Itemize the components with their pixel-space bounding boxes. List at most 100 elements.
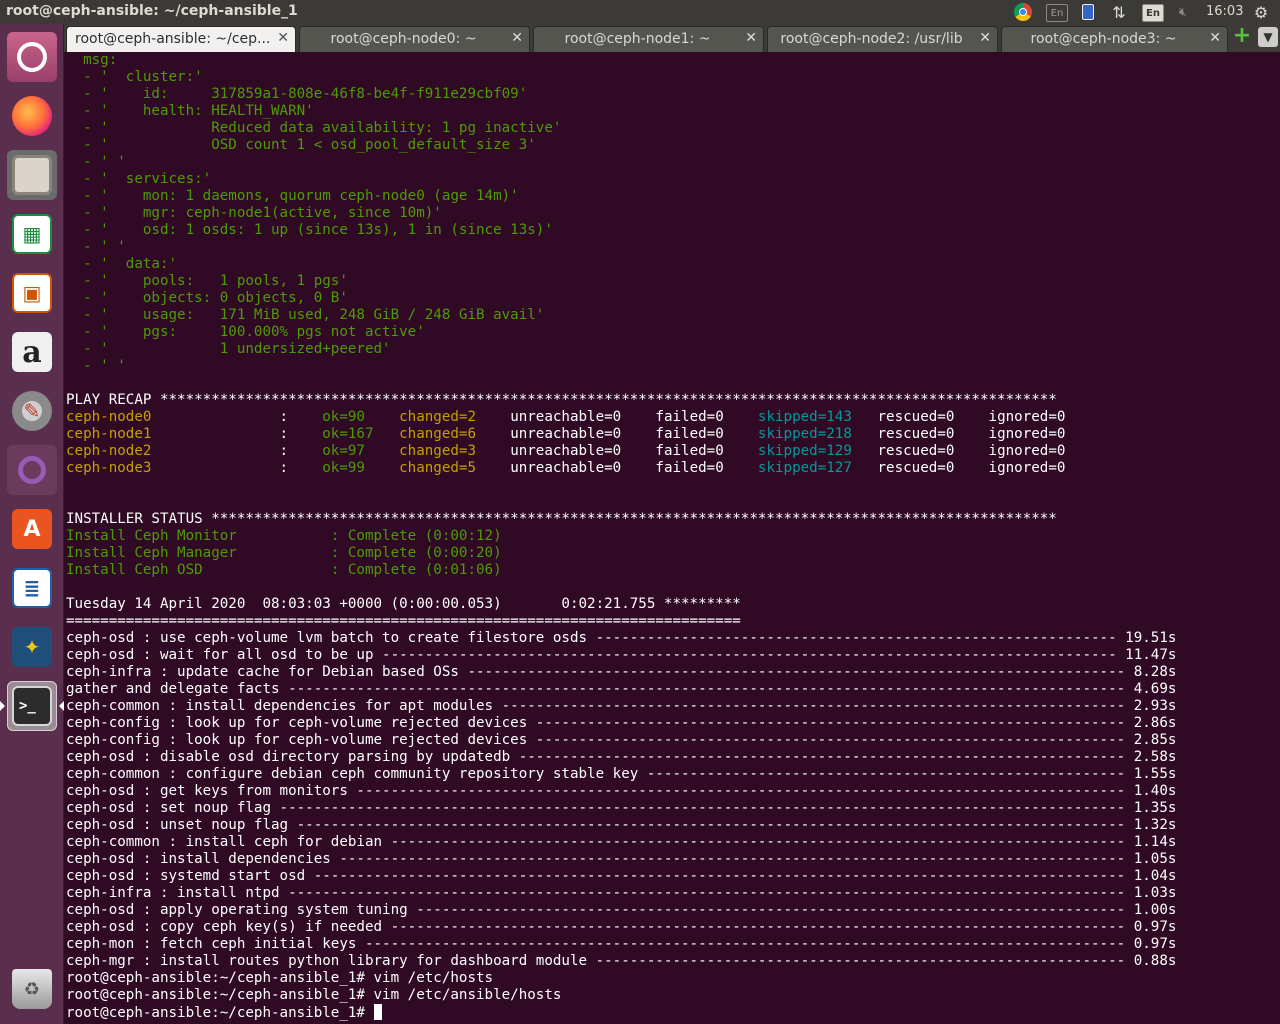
msg-line: - ' 1 undersized+peered' (66, 341, 391, 357)
clock[interactable]: 16:03 (1206, 4, 1243, 19)
libreoffice-writer-icon[interactable]: ≣ (7, 563, 57, 613)
close-icon[interactable]: ✕ (511, 30, 523, 46)
command-line: root@ceph-ansible:~/ceph-ansible_1# vim … (66, 970, 494, 986)
recap-row: ceph-node2 : ok=97 changed=3 unreachable… (66, 443, 1065, 460)
msg-line: - ' ' (66, 239, 126, 255)
mines-icon[interactable]: ✦ (7, 622, 57, 672)
profile-task-line: ceph-common : install ceph for debian --… (66, 834, 1177, 850)
recap-ignored: ignored=0 (988, 409, 1066, 425)
profile-task-line: ceph-common : configure debian ceph comm… (66, 766, 1177, 782)
profile-task-line: ceph-mgr : install routes python library… (66, 953, 1177, 969)
libreoffice-impress-icon[interactable]: ▣ (7, 268, 57, 318)
msg-line: msg: (66, 52, 118, 68)
profile-task-line: ceph-osd : systemd start osd -----------… (66, 868, 1177, 884)
recap-ignored: ignored=0 (988, 426, 1066, 442)
recap-changed: changed=5 (399, 460, 485, 476)
msg-line: - ' pools: 1 pools, 1 pgs' (66, 273, 348, 289)
system-settings-icon[interactable]: ✎ (7, 386, 57, 436)
profile-task-line: ceph-infra : update cache for Debian bas… (66, 664, 1177, 680)
profile-task-line: ceph-osd : disable osd directory parsing… (66, 749, 1177, 765)
system-menu-icon[interactable]: ⚙ (1250, 3, 1272, 22)
tab-ceph-ansible[interactable]: root@ceph-ansible: ~/cep... ✕ (66, 26, 296, 52)
libreoffice-calc-icon[interactable]: ▦ (7, 209, 57, 259)
msg-line: - ' ' (66, 358, 126, 374)
recap-unreachable: unreachable=0 (510, 460, 630, 476)
keyboard-input-indicator[interactable]: En (1142, 4, 1164, 22)
recap-row: ceph-node0 : ok=90 changed=2 unreachable… (66, 409, 1065, 426)
unity-tweak-icon[interactable] (7, 445, 57, 495)
recap-ok: ok=97 (322, 443, 374, 459)
profile-task-line: ceph-osd : install dependencies --------… (66, 851, 1177, 867)
recap-changed: changed=3 (399, 443, 485, 459)
text-cursor (373, 1004, 382, 1020)
close-icon[interactable]: ✕ (979, 30, 991, 46)
profile-task-line: ceph-osd : set noup flag ---------------… (66, 800, 1177, 816)
recap-changed: changed=2 (399, 409, 485, 425)
recap-ok: ok=167 (322, 426, 374, 442)
software-center-icon[interactable]: A (7, 504, 57, 554)
msg-line: - ' services:' (66, 171, 212, 187)
profile-task-line: ceph-osd : copy ceph key(s) if needed --… (66, 919, 1177, 935)
msg-line: - ' pgs: 100.000% pgs not active' (66, 324, 425, 340)
recap-unreachable: unreachable=0 (510, 409, 630, 425)
volume-muted-icon[interactable]: 🔇︎ (1172, 3, 1194, 21)
tab-ceph-node3[interactable]: root@ceph-node3: ~ ✕ (1001, 26, 1228, 52)
recap-unreachable: unreachable=0 (510, 426, 630, 442)
recap-failed: failed=0 (655, 460, 733, 476)
profile-task-line: ceph-osd : get keys from monitors ------… (66, 783, 1177, 799)
terminal-icon[interactable]: >_ (7, 681, 57, 731)
files-icon[interactable] (7, 150, 57, 200)
installer-status-line: Install Ceph Monitor : Complete (0:00:12… (66, 528, 502, 544)
recap-host: ceph-node1 (66, 426, 280, 442)
recap-separator: : (279, 443, 297, 459)
close-icon[interactable]: ✕ (745, 30, 757, 46)
tab-bar: root@ceph-ansible: ~/cep... ✕ root@ceph-… (64, 24, 1280, 52)
bluetooth-icon[interactable] (1080, 3, 1096, 21)
close-icon[interactable]: ✕ (1209, 30, 1221, 46)
tab-ceph-node1[interactable]: root@ceph-node1: ~ ✕ (533, 26, 764, 52)
recap-failed: failed=0 (655, 409, 733, 425)
command-line: root@ceph-ansible:~/ceph-ansible_1# vim … (66, 987, 562, 1003)
msg-line: - ' Reduced data availability: 1 pg inac… (66, 120, 562, 136)
msg-line: - ' cluster:' (66, 69, 203, 85)
keyboard-layout-indicator[interactable]: En (1046, 4, 1068, 22)
profile-task-line: ceph-osd : unset noup flag -------------… (66, 817, 1177, 833)
network-icon[interactable]: ⇅ (1108, 3, 1130, 22)
recap-row: ceph-node1 : ok=167 changed=6 unreachabl… (66, 426, 1065, 443)
recap-failed: failed=0 (655, 426, 733, 442)
firefox-icon[interactable] (7, 91, 57, 141)
chrome-indicator-icon[interactable] (1013, 3, 1033, 21)
msg-line: - ' mon: 1 daemons, quorum ceph-node0 (a… (66, 188, 519, 204)
play-recap-header: PLAY RECAP *****************************… (66, 392, 1057, 408)
amazon-icon[interactable]: a (7, 327, 57, 377)
tab-ceph-node2[interactable]: root@ceph-node2: /usr/lib ✕ (767, 26, 998, 52)
installer-status-line: Install Ceph Manager : Complete (0:00:20… (66, 545, 502, 561)
separator-line: ========================================… (66, 613, 741, 629)
ubuntu-dash-icon[interactable] (7, 32, 57, 82)
msg-line: - ' ' (66, 154, 126, 170)
msg-line: - ' osd: 1 osds: 1 up (since 13s), 1 in … (66, 222, 553, 238)
tab-menu-button[interactable]: ▼ (1258, 27, 1278, 47)
profile-task-line: ceph-osd : wait for all osd to be up ---… (66, 647, 1177, 663)
msg-line: - ' data:' (66, 256, 178, 272)
tab-ceph-node0[interactable]: root@ceph-node0: ~ ✕ (299, 26, 530, 52)
prompt: root@ceph-ansible:~/ceph-ansible_1# (66, 1005, 374, 1021)
trash-icon[interactable]: ♻ (7, 964, 57, 1014)
terminal-output[interactable]: msg: - ' cluster:' - ' id: 317859a1-808e… (64, 52, 1280, 1024)
recap-skipped: skipped=127 (757, 460, 852, 476)
profile-task-line: ceph-osd : apply operating system tuning… (66, 902, 1177, 918)
recap-skipped: skipped=129 (757, 443, 852, 459)
new-tab-button[interactable]: + (1232, 25, 1252, 48)
recap-separator: : (279, 426, 297, 442)
msg-line: - ' usage: 171 MiB used, 248 GiB / 248 G… (66, 307, 545, 323)
recap-changed: changed=6 (399, 426, 485, 442)
msg-line: - ' health: HEALTH_WARN' (66, 103, 314, 119)
profile-task-line: ceph-osd : use ceph-volume lvm batch to … (66, 630, 1177, 646)
close-icon[interactable]: ✕ (277, 30, 289, 46)
prompt-line[interactable]: root@ceph-ansible:~/ceph-ansible_1# (66, 1004, 382, 1021)
recap-skipped: skipped=218 (757, 426, 852, 442)
recap-ignored: ignored=0 (988, 460, 1066, 476)
recap-host: ceph-node3 (66, 460, 280, 476)
recap-row: ceph-node3 : ok=99 changed=5 unreachable… (66, 460, 1065, 477)
profile-task-line: ceph-common : install dependencies for a… (66, 698, 1177, 714)
